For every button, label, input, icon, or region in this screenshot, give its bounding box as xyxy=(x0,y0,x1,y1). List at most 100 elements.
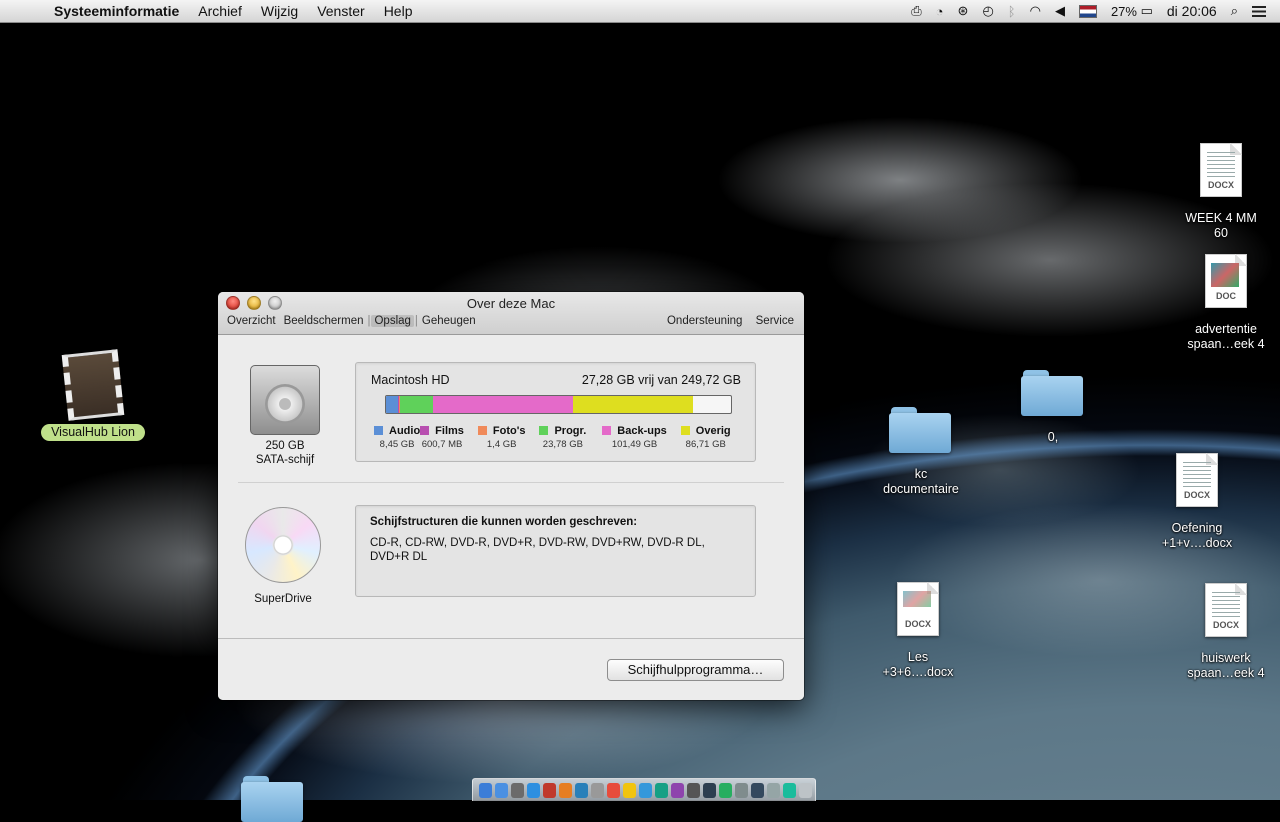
legend-size: 23,78 GB xyxy=(542,439,583,450)
battery-icon: ▭ xyxy=(1140,3,1153,18)
dock-app-icon[interactable] xyxy=(687,782,700,798)
desktop-folder-zero[interactable]: 0, xyxy=(1016,370,1090,445)
tab-bar: Overzicht Beeldschermen | Opslag | Geheu… xyxy=(227,315,484,327)
storage-legend: Audio 8,45 GB Films 600,7 MB Foto's 1,4 GB Pro… xyxy=(374,425,745,450)
bluetooth-icon[interactable]: ᛒ xyxy=(1008,4,1016,19)
dock-app-icon[interactable] xyxy=(783,782,796,798)
legend-label: Foto's xyxy=(492,425,526,437)
tab-separator: | xyxy=(367,315,371,327)
dock-app-icon[interactable] xyxy=(623,782,636,798)
tab-separator: | xyxy=(414,315,418,327)
clock[interactable]: di 20:06 xyxy=(1167,3,1217,19)
dock-app-icon[interactable] xyxy=(575,782,588,798)
battery-percent: 27% xyxy=(1110,3,1137,19)
desktop-icon-label-line2: documentaire xyxy=(883,482,959,496)
dock-app-icon[interactable] xyxy=(479,782,492,798)
tab-geheugen[interactable]: Geheugen xyxy=(422,315,476,327)
window-titlebar[interactable]: Over deze Mac Overzicht Beeldschermen | … xyxy=(218,292,804,335)
desktop-folder-kc[interactable]: kc documentaire xyxy=(876,407,966,497)
docx-file-icon: DOCX xyxy=(1200,143,1242,197)
legend-label: Overig xyxy=(695,425,731,437)
dock-app-icon[interactable] xyxy=(735,782,748,798)
tab-overzicht[interactable]: Overzicht xyxy=(227,315,276,327)
legend-swatch xyxy=(602,426,612,435)
remote-icon[interactable]: ◔ xyxy=(936,4,944,19)
dock-app-icon[interactable] xyxy=(559,782,572,798)
dock-app-icon[interactable] xyxy=(799,782,812,798)
legend-label: Audio xyxy=(389,425,421,437)
battery-status[interactable]: 27% ▭ xyxy=(1111,3,1153,19)
usage-segment-audio xyxy=(386,396,398,413)
legend-item: Foto's 1,4 GB xyxy=(477,425,526,450)
dock xyxy=(472,778,816,801)
dock-app-icon[interactable] xyxy=(719,782,732,798)
menu-venster[interactable]: Venster xyxy=(317,3,364,19)
docx-file-icon: DOCX xyxy=(1205,583,1247,637)
dock-app-icon[interactable] xyxy=(655,782,668,798)
time-machine-icon[interactable]: ◴ xyxy=(982,3,993,19)
desktop-icon-visualhub[interactable]: VisualHub Lion xyxy=(38,349,148,441)
desktop-icon-label-line2: 60 xyxy=(1214,226,1228,240)
desktop-icon-oefening[interactable]: DOCX Oefening +1+v….docx xyxy=(1152,453,1242,551)
desktop-folder-partial[interactable] xyxy=(238,776,308,822)
dock-app-icon[interactable] xyxy=(671,782,684,798)
notification-list-icon[interactable] xyxy=(1252,5,1266,17)
menu-help[interactable]: Help xyxy=(384,3,413,19)
legend-item: Back-ups 101,49 GB xyxy=(602,425,667,450)
dock-app-icon[interactable] xyxy=(767,782,780,798)
legend-label: Films xyxy=(435,425,464,437)
desktop-icon-advertentie[interactable]: DOC advertentie spaan…eek 4 xyxy=(1176,254,1276,352)
desktop-icon-les[interactable]: DOCX Les +3+6….docx xyxy=(873,582,963,680)
desktop-icon-label: VisualHub Lion xyxy=(41,424,145,441)
dock-app-icon[interactable] xyxy=(543,782,556,798)
tab-bar-right: Ondersteuning Service xyxy=(657,315,794,327)
accessibility-icon[interactable]: ⊛ xyxy=(958,3,969,19)
legend-item: Audio 8,45 GB xyxy=(374,425,420,450)
input-source-flag-icon[interactable] xyxy=(1078,4,1097,18)
menu-app-name[interactable]: Systeeminformatie xyxy=(54,3,179,19)
dock-app-icon[interactable] xyxy=(607,782,620,798)
legend-size: 101,49 GB xyxy=(611,439,658,450)
desktop-icon-label-line2: +1+v….docx xyxy=(1161,536,1233,550)
tab-beeldschermen[interactable]: Beeldschermen xyxy=(284,315,364,327)
hard-disk: 250 GB SATA-schijf xyxy=(250,365,320,467)
tab-ondersteuning[interactable]: Ondersteuning xyxy=(667,315,742,327)
dock-app-icon[interactable] xyxy=(751,782,764,798)
usage-segment-progr- xyxy=(400,396,434,413)
legend-item: Films 600,7 MB xyxy=(420,425,464,450)
dock-app-icon[interactable] xyxy=(527,782,540,798)
menu-wijzig[interactable]: Wijzig xyxy=(261,3,298,19)
legend-size: 1,4 GB xyxy=(486,439,517,450)
legend-label: Progr. xyxy=(554,425,587,437)
desktop-icon-huiswerk[interactable]: DOCX huiswerk spaan…eek 4 xyxy=(1176,583,1276,681)
folder-icon xyxy=(889,407,953,453)
optical-disc-icon xyxy=(245,507,321,583)
tab-service[interactable]: Service xyxy=(756,315,794,327)
folder-icon xyxy=(1021,370,1085,416)
legend-size: 8,45 GB xyxy=(379,439,415,450)
desktop-icon-label-line1: huiswerk xyxy=(1201,651,1251,665)
tab-opslag[interactable]: Opslag xyxy=(371,315,414,327)
desktop-icon-week4[interactable]: DOCX WEEK 4 MM 60 xyxy=(1176,143,1266,241)
printer-icon[interactable]: ⎙ xyxy=(911,3,921,19)
status-area: ⎙ ◔ ⊛ ◴ ᛒ ◠ ◀ 27% ▭ di 20:06 ⌕ xyxy=(911,0,1280,22)
desktop-icon-label-line2: spaan…eek 4 xyxy=(1187,337,1265,351)
dock-app-icon[interactable] xyxy=(591,782,604,798)
dock-app-icon[interactable] xyxy=(511,782,524,798)
spotlight-search-icon[interactable]: ⌕ xyxy=(1231,3,1238,19)
desktop-icon-label: 0, xyxy=(1047,430,1059,444)
about-this-mac-window: Over deze Mac Overzicht Beeldschermen | … xyxy=(218,292,804,700)
hard-disk-type: SATA-schijf xyxy=(255,454,315,466)
desktop-icon-label-line2: spaan…eek 4 xyxy=(1187,666,1265,680)
dock-app-icon[interactable] xyxy=(639,782,652,798)
hard-disk-size: 250 GB xyxy=(265,440,305,452)
wifi-icon[interactable]: ◠ xyxy=(1030,3,1041,19)
dock-app-icon[interactable] xyxy=(703,782,716,798)
volume-icon[interactable]: ◀ xyxy=(1055,3,1065,19)
disk-utility-button[interactable]: Schijfhulpprogramma… xyxy=(607,659,784,681)
menu-archief[interactable]: Archief xyxy=(198,3,242,19)
disk-free-space: 27,28 GB vrij van 249,72 GB xyxy=(581,373,741,387)
dock-app-icon[interactable] xyxy=(495,782,508,798)
superdrive-label: SuperDrive xyxy=(254,593,312,605)
file-ext: DOCX xyxy=(1207,180,1234,190)
